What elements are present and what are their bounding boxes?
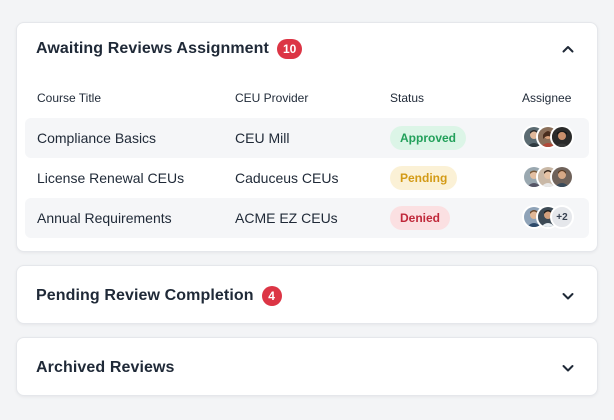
ceu-provider: CEU Mill xyxy=(235,130,290,146)
table-row[interactable]: License Renewal CEUs Caduceus CEUs Pendi… xyxy=(25,158,589,198)
section-title: Pending Review Completion xyxy=(36,286,254,304)
status-badge: Approved xyxy=(390,126,467,150)
avatar[interactable] xyxy=(550,125,574,149)
archived-reviews-panel: Archived Reviews xyxy=(16,337,598,396)
section-title: Awaiting Reviews Assignment xyxy=(36,40,269,57)
column-header-assignee: Assignee xyxy=(522,91,572,105)
column-header-ceu-provider: CEU Provider xyxy=(235,91,309,105)
pending-review-completion-header[interactable]: Pending Review Completion 4 xyxy=(17,266,597,325)
table-row[interactable]: Annual Requirements ACME EZ CEUs Denied … xyxy=(25,198,589,238)
column-header-course-title: Course Title xyxy=(37,91,102,105)
ceu-provider: ACME EZ CEUs xyxy=(235,210,338,226)
status-badge: Pending xyxy=(390,166,458,190)
chevron-up-icon[interactable] xyxy=(559,40,577,58)
column-header-status: Status xyxy=(390,91,425,105)
avatar[interactable] xyxy=(550,165,574,189)
status-badge: Denied xyxy=(390,206,451,230)
ceu-provider: Caduceus CEUs xyxy=(235,170,339,186)
course-title: License Renewal CEUs xyxy=(37,170,185,186)
course-title: Annual Requirements xyxy=(37,210,172,226)
section-title: Archived Reviews xyxy=(36,358,175,376)
archived-reviews-header[interactable]: Archived Reviews xyxy=(17,338,597,397)
awaiting-reviews-header[interactable]: Awaiting Reviews Assignment 10 xyxy=(17,23,597,75)
chevron-down-icon[interactable] xyxy=(559,287,577,305)
more-assignees-badge[interactable]: +2 xyxy=(550,205,574,229)
table-row[interactable]: Compliance Basics CEU Mill Approved xyxy=(25,118,589,158)
course-title: Compliance Basics xyxy=(37,130,157,146)
awaiting-reviews-panel: Awaiting Reviews Assignment 10 Course Ti… xyxy=(16,22,598,252)
count-badge: 10 xyxy=(276,39,303,59)
count-badge: 4 xyxy=(261,285,282,306)
chevron-down-icon[interactable] xyxy=(559,359,577,377)
pending-review-completion-panel: Pending Review Completion 4 xyxy=(16,265,598,324)
